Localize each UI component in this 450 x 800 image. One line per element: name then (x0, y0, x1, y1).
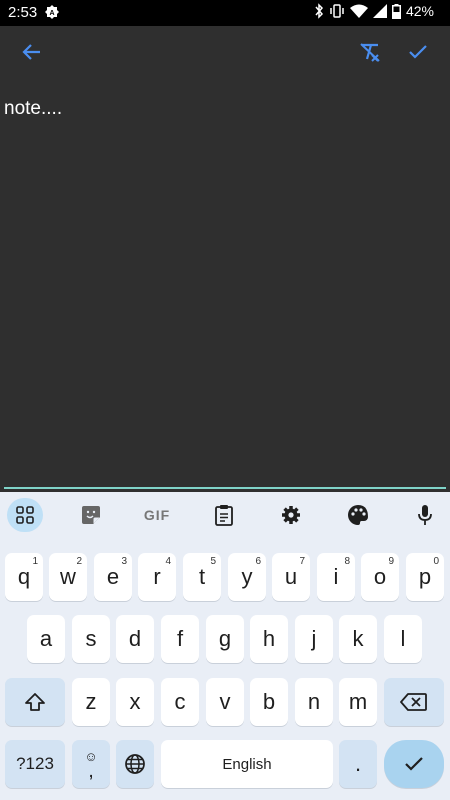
symbols-key[interactable]: ?123 (5, 740, 65, 788)
voice-input-button[interactable] (407, 498, 443, 532)
microphone-icon (418, 505, 432, 525)
key-i[interactable]: i8 (317, 553, 355, 601)
settings-button[interactable] (273, 498, 309, 532)
status-time: 2:53 (8, 4, 38, 21)
key-z[interactable]: z (72, 678, 110, 726)
key-s[interactable]: s (72, 615, 110, 663)
confirm-button[interactable] (402, 36, 434, 68)
key-r[interactable]: r4 (138, 553, 176, 601)
key-b[interactable]: b (250, 678, 288, 726)
clipboard-icon (215, 505, 233, 526)
key-m[interactable]: m (339, 678, 377, 726)
clipboard-button[interactable] (206, 498, 242, 532)
svg-text:A: A (49, 10, 54, 17)
key-e[interactable]: e3 (94, 553, 132, 601)
key-k[interactable]: k (339, 615, 377, 663)
shift-key[interactable] (5, 678, 65, 726)
note-editor: note.... (0, 26, 450, 492)
key-v[interactable]: v (206, 678, 244, 726)
emoji-comma-key[interactable]: ☺ , (72, 740, 110, 788)
enter-key[interactable] (384, 740, 444, 788)
text-field-underline (4, 487, 446, 489)
theme-button[interactable] (340, 498, 376, 532)
period-key[interactable]: . (339, 740, 377, 788)
wifi-icon (349, 4, 368, 18)
key-g[interactable]: g (206, 615, 244, 663)
key-y[interactable]: y6 (228, 553, 266, 601)
gear-icon (282, 506, 300, 524)
key-x[interactable]: x (116, 678, 154, 726)
clear-format-button[interactable] (354, 36, 386, 68)
arrow-left-icon (22, 44, 40, 60)
key-d[interactable]: d (116, 615, 154, 663)
key-q[interactable]: q1 (5, 553, 43, 601)
check-icon (409, 45, 427, 59)
space-key[interactable]: English (161, 740, 333, 788)
shift-icon (25, 693, 45, 711)
key-h[interactable]: h (250, 615, 288, 663)
key-j[interactable]: j (295, 615, 333, 663)
keyboard-toolbar: GIF (0, 492, 450, 538)
key-u[interactable]: u7 (272, 553, 310, 601)
key-c[interactable]: c (161, 678, 199, 726)
backspace-icon (400, 693, 427, 711)
apps-button[interactable] (7, 498, 43, 532)
key-a[interactable]: a (27, 615, 65, 663)
key-w[interactable]: w2 (49, 553, 87, 601)
note-text[interactable]: note.... (4, 98, 62, 120)
apps-grid-icon (16, 506, 34, 524)
editor-toolbar (0, 26, 450, 78)
keyboard: GIF q 1 w 2 e 3 r 4 t 5 y 6 u 7 i 8 o 9 … (0, 492, 450, 800)
palette-icon (348, 505, 368, 525)
globe-icon (125, 754, 145, 774)
backspace-key[interactable] (384, 678, 444, 726)
key-l[interactable]: l (384, 615, 422, 663)
sticker-icon (82, 506, 100, 524)
key-t[interactable]: t5 (183, 553, 221, 601)
key-p[interactable]: p0 (406, 553, 444, 601)
notification-a-icon: A (45, 5, 59, 19)
language-key[interactable] (116, 740, 154, 788)
back-button[interactable] (16, 36, 48, 68)
check-icon (405, 757, 423, 771)
signal-icon (372, 4, 387, 18)
vibrate-icon (330, 4, 344, 18)
format-clear-icon (360, 43, 380, 62)
battery-percent: 42% (405, 3, 434, 19)
gif-button[interactable]: GIF (139, 498, 175, 532)
status-bar: 2:53 A 42% (0, 0, 450, 26)
key-o[interactable]: o9 (361, 553, 399, 601)
key-f[interactable]: f (161, 615, 199, 663)
key-n[interactable]: n (295, 678, 333, 726)
gif-icon: GIF (143, 507, 171, 523)
bluetooth-icon (315, 3, 323, 19)
sticker-button[interactable] (73, 498, 109, 532)
battery-icon (391, 3, 401, 19)
